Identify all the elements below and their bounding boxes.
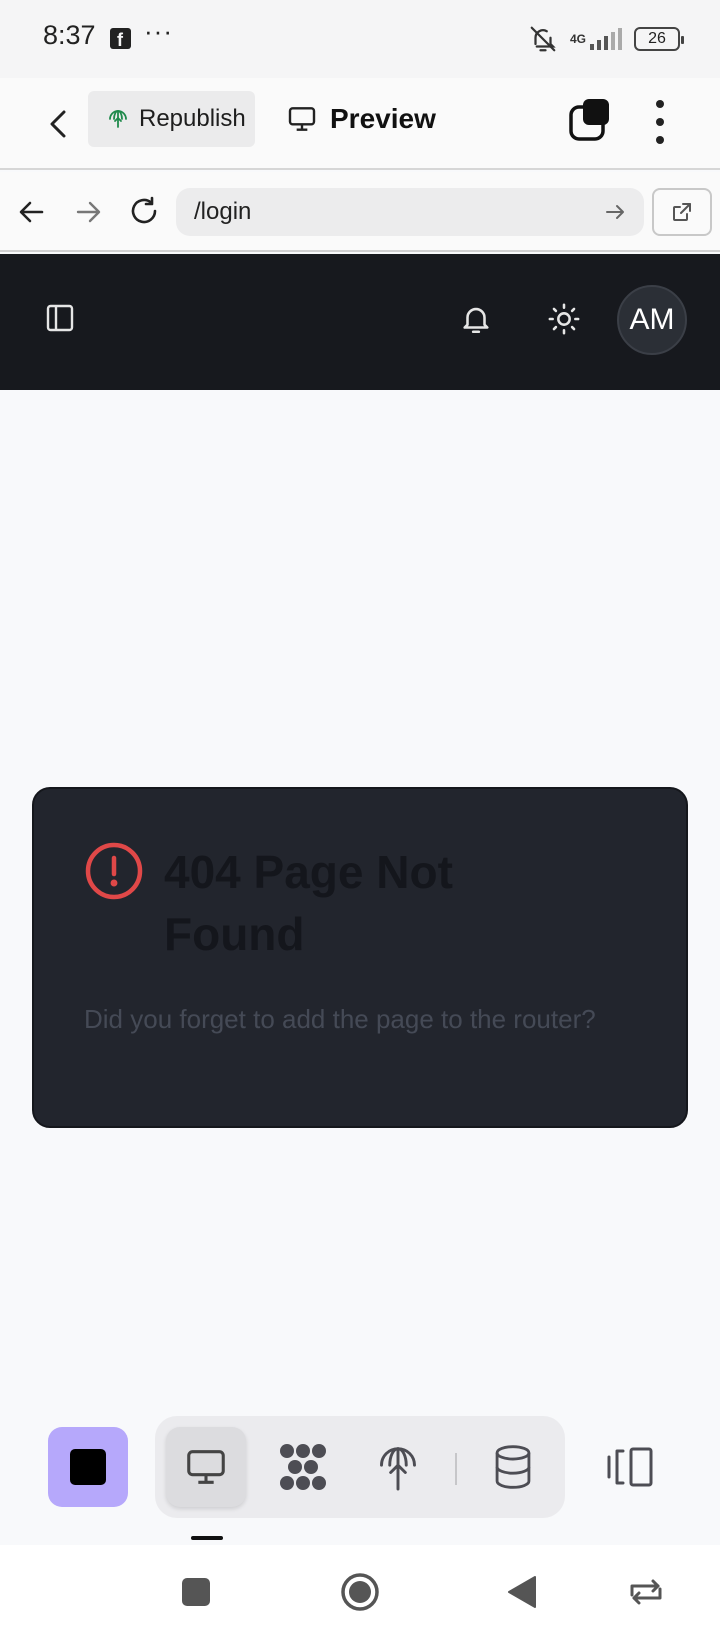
recents-button[interactable]	[171, 1567, 221, 1617]
theme-toggle-button[interactable]	[547, 302, 581, 341]
facebook-icon: f	[110, 28, 131, 50]
publish-icon	[380, 1447, 416, 1491]
stop-icon	[70, 1449, 106, 1485]
system-back-button[interactable]	[497, 1567, 547, 1617]
back-icon	[19, 201, 44, 223]
tool-publish[interactable]	[358, 1427, 438, 1507]
tool-database[interactable]	[473, 1427, 553, 1507]
workflow-icon	[280, 1444, 326, 1490]
url-input[interactable]: /login	[176, 188, 644, 236]
status-bar: 8:37 f ··· 4G 26	[0, 0, 720, 78]
stop-button[interactable]	[48, 1427, 128, 1507]
browser-bar: /login	[0, 172, 720, 252]
monitor-icon	[187, 1450, 225, 1484]
url-text: /login	[194, 198, 252, 225]
active-indicator	[191, 1536, 223, 1540]
reload-button[interactable]	[124, 192, 164, 232]
android-nav-bar	[0, 1545, 720, 1640]
tabs-icon	[569, 99, 609, 141]
republish-label: Republish	[139, 105, 246, 132]
error-card: 404 Page Not Found Did you forget to add…	[32, 787, 688, 1128]
sun-icon	[548, 303, 580, 335]
panel-toggle-button[interactable]	[604, 1441, 660, 1493]
browser-back-button[interactable]	[12, 192, 52, 232]
status-more: ···	[144, 16, 173, 46]
browser-forward-button[interactable]	[68, 192, 108, 232]
status-icons: 4G 26	[528, 24, 684, 54]
republish-button[interactable]: Republish	[88, 91, 255, 147]
notifications-button[interactable]	[459, 302, 493, 341]
toolbar-divider	[455, 1453, 457, 1485]
sidebar-toggle-button[interactable]	[44, 302, 76, 339]
back-arrow-icon	[50, 110, 66, 138]
home-button[interactable]	[335, 1567, 385, 1617]
reload-icon	[131, 196, 157, 224]
rotate-icon	[630, 1579, 662, 1605]
avatar[interactable]: AM	[617, 285, 687, 355]
network-type: 4G	[569, 32, 586, 46]
database-icon	[495, 1445, 531, 1489]
bottom-toolbar	[0, 1385, 720, 1545]
bell-icon	[463, 307, 489, 334]
open-external-icon	[673, 203, 691, 221]
tool-workflow[interactable]	[263, 1427, 343, 1507]
app-navbar: AM	[0, 254, 720, 390]
back-button[interactable]	[36, 100, 84, 148]
signal-icon: 4G	[570, 28, 622, 50]
tool-group	[155, 1416, 565, 1518]
app-header: Republish Preview	[0, 78, 720, 170]
bell-off-icon	[530, 26, 556, 52]
svg-text:f: f	[117, 30, 124, 49]
tool-preview[interactable]	[166, 1427, 246, 1507]
alert-circle-icon	[84, 841, 144, 901]
recents-icon	[182, 1578, 210, 1606]
kebab-menu-icon	[656, 100, 664, 144]
forward-icon	[76, 201, 101, 223]
back-icon	[508, 1576, 536, 1608]
open-external-button[interactable]	[652, 188, 712, 236]
battery-icon: 26	[634, 27, 684, 51]
sidebar-toggle-icon	[46, 304, 74, 332]
menu-button[interactable]	[640, 96, 680, 148]
monitor-icon	[288, 107, 316, 131]
rotate-button[interactable]	[621, 1567, 671, 1617]
status-time: 8:37	[43, 20, 96, 50]
preview-button[interactable]: Preview	[286, 91, 436, 147]
panel-toggle-icon	[607, 1447, 653, 1487]
error-description: Did you forget to add the page to the ro…	[84, 1004, 596, 1034]
globe-upload-icon	[109, 110, 127, 128]
home-icon	[341, 1573, 379, 1611]
preview-label: Preview	[330, 103, 436, 134]
error-title: 404 Page Not Found	[164, 846, 453, 960]
go-arrow-icon[interactable]	[604, 201, 626, 223]
tabs-button[interactable]	[566, 96, 618, 148]
